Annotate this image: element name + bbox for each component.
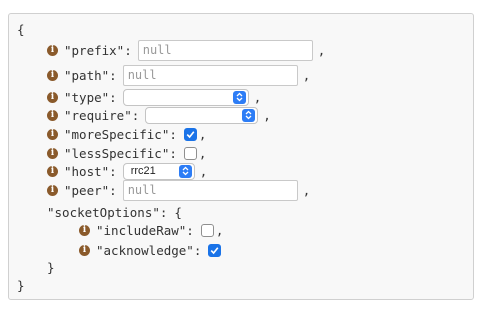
comma: ,	[198, 126, 207, 142]
field-row-include-raw: i "includeRaw": ,	[79, 220, 223, 240]
field-row-prefix: i "prefix": ,	[47, 39, 326, 61]
field-row-acknowledge: i "acknowledge":	[79, 240, 222, 260]
field-row-type: i "type": ,	[47, 87, 261, 107]
info-icon[interactable]: i	[47, 91, 58, 103]
host-select-value: rrc21	[130, 165, 156, 177]
select-stepper-icon	[232, 90, 246, 104]
acknowledge-checkbox[interactable]	[208, 243, 222, 257]
field-key-path: "path":	[64, 67, 117, 83]
less-specific-checkbox[interactable]	[183, 146, 197, 160]
comma: ,	[263, 107, 271, 123]
field-key-acknowledge: "acknowledge":	[96, 242, 202, 258]
field-row-more-specific: i "moreSpecific": ,	[47, 124, 206, 144]
info-icon[interactable]: i	[47, 69, 58, 81]
comma: ,	[198, 145, 207, 161]
type-select[interactable]	[122, 88, 249, 106]
json-editor-panel: { i "prefix": , i "path": , i "type": , …	[8, 13, 474, 300]
field-key-prefix: "prefix":	[64, 42, 132, 58]
select-stepper-icon	[242, 108, 256, 122]
comma: ,	[199, 163, 208, 179]
comma: ,	[302, 67, 311, 83]
field-key-host: "host":	[64, 163, 117, 179]
field-key-more-specific: "moreSpecific":	[64, 126, 177, 142]
info-icon[interactable]: i	[79, 224, 90, 236]
info-icon[interactable]: i	[47, 44, 58, 56]
field-key-less-specific: "lessSpecific":	[64, 145, 177, 161]
path-input[interactable]	[122, 64, 298, 86]
socket-options-open-brace: {	[174, 204, 182, 220]
field-key-type: "type":	[64, 89, 117, 105]
field-key-include-raw: "includeRaw":	[96, 222, 194, 238]
field-row-peer: i "peer": ,	[47, 179, 311, 201]
field-key-peer: "peer":	[64, 182, 117, 198]
include-raw-checkbox[interactable]	[200, 223, 214, 237]
info-icon[interactable]: i	[47, 184, 58, 196]
info-icon[interactable]: i	[47, 109, 58, 121]
field-row-less-specific: i "lessSpecific": ,	[47, 143, 206, 163]
prefix-input[interactable]	[137, 39, 313, 61]
info-icon[interactable]: i	[47, 128, 58, 140]
socket-options-key: "socketOptions":	[47, 204, 168, 220]
socket-options-row: "socketOptions": {	[47, 202, 182, 222]
field-key-require: "require":	[64, 107, 140, 123]
info-icon[interactable]: i	[47, 165, 58, 177]
info-icon[interactable]: i	[47, 147, 58, 159]
close-brace: }	[17, 278, 25, 293]
info-icon[interactable]: i	[79, 244, 90, 256]
peer-input[interactable]	[122, 179, 298, 201]
comma: ,	[317, 42, 326, 58]
host-select[interactable]: rrc21	[122, 162, 195, 180]
socket-options-close-brace: }	[47, 260, 55, 275]
more-specific-checkbox[interactable]	[183, 127, 197, 141]
field-row-path: i "path": ,	[47, 64, 311, 86]
open-brace: {	[17, 22, 25, 37]
field-row-host: i "host": rrc21 ,	[47, 161, 207, 181]
field-row-require: i "require": ,	[47, 105, 271, 125]
comma: ,	[302, 182, 311, 198]
select-stepper-icon	[178, 164, 192, 178]
comma: ,	[253, 89, 262, 105]
require-select[interactable]	[145, 106, 259, 124]
comma: ,	[215, 222, 224, 238]
